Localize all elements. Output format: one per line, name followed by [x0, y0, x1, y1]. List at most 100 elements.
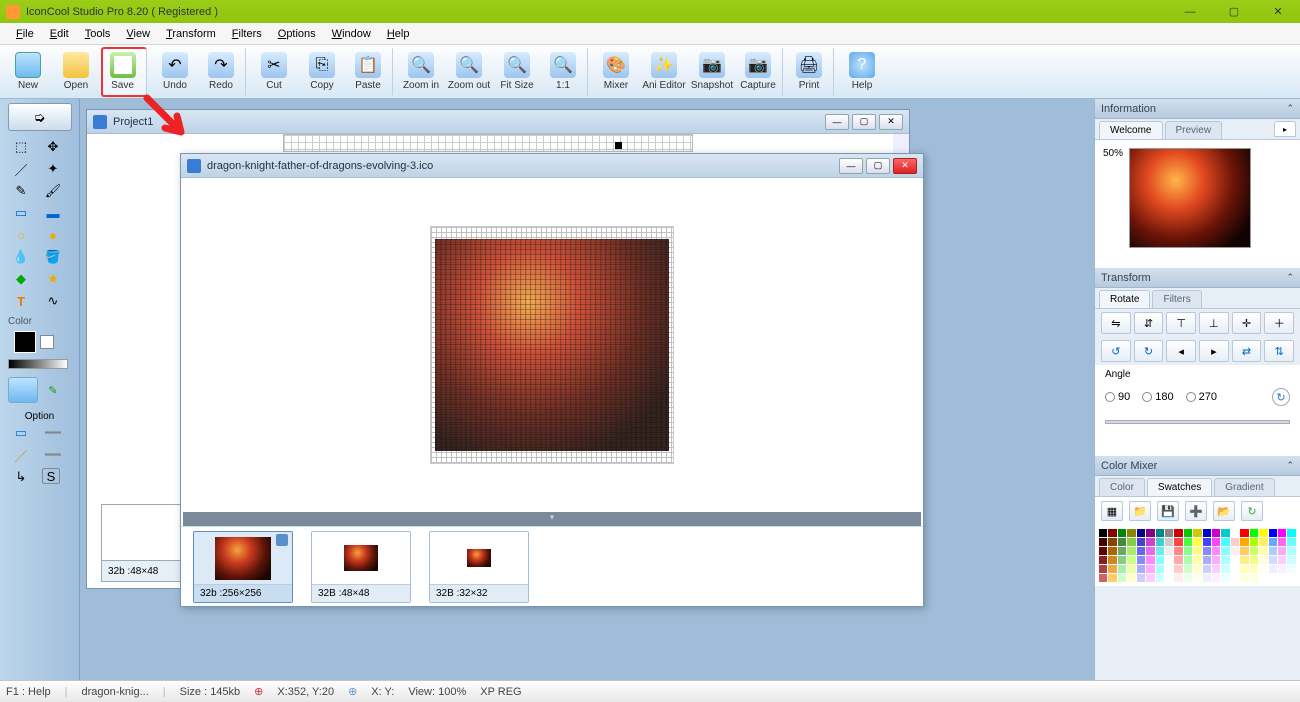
- information-header[interactable]: Information⌃: [1095, 99, 1300, 119]
- swatch-cell[interactable]: [1278, 565, 1286, 573]
- opt-slider2[interactable]: ━━: [42, 446, 64, 464]
- swatch-cell[interactable]: [1212, 565, 1220, 573]
- swatch-cell[interactable]: [1099, 565, 1107, 573]
- swatch-cell[interactable]: [1174, 556, 1182, 564]
- rotate-ccw-button[interactable]: ↺: [1101, 340, 1131, 362]
- line-tool[interactable]: ／: [10, 160, 32, 178]
- swatch-reset-button[interactable]: ↻: [1241, 501, 1263, 521]
- swatch-cell[interactable]: [1240, 565, 1248, 573]
- wand-tool[interactable]: ✦: [42, 160, 64, 178]
- angle-slider[interactable]: [1095, 414, 1300, 432]
- swatch-cell[interactable]: [1269, 538, 1277, 546]
- angle-apply-button[interactable]: ↻: [1272, 388, 1290, 406]
- tab-preview[interactable]: Preview: [1165, 121, 1223, 139]
- swatch-cell[interactable]: [1240, 529, 1248, 537]
- capture-button[interactable]: 📷Capture: [737, 47, 783, 97]
- swatch-cell[interactable]: [1259, 565, 1267, 573]
- opt-corner[interactable]: ↳: [10, 468, 32, 486]
- rotate-cross-button[interactable]: ✛: [1232, 312, 1262, 334]
- swatch-cell[interactable]: [1108, 547, 1116, 555]
- tab-welcome[interactable]: Welcome: [1099, 121, 1163, 139]
- menu-options[interactable]: Options: [270, 26, 324, 42]
- swatch-cell[interactable]: [1250, 565, 1258, 573]
- zoomin-button[interactable]: 🔍Zoom in: [398, 47, 444, 97]
- oneone-button[interactable]: 🔍1:1: [542, 47, 588, 97]
- swatch-cell[interactable]: [1174, 529, 1182, 537]
- swatch-cell[interactable]: [1108, 574, 1116, 582]
- swatch-cell[interactable]: [1269, 547, 1277, 555]
- swatch-cell[interactable]: [1118, 529, 1126, 537]
- swatch-cell[interactable]: [1165, 538, 1173, 546]
- swatch-cell[interactable]: [1118, 547, 1126, 555]
- swatch-cell[interactable]: [1156, 547, 1164, 555]
- swatch-cell[interactable]: [1118, 565, 1126, 573]
- menu-view[interactable]: View: [118, 26, 158, 42]
- shape-tool[interactable]: ◆: [10, 270, 32, 288]
- text-tool[interactable]: T: [10, 292, 32, 310]
- swatch-cell[interactable]: [1203, 538, 1211, 546]
- move-tool[interactable]: ✥: [42, 138, 64, 156]
- swatch-cell[interactable]: [1203, 529, 1211, 537]
- swatch-cell[interactable]: [1287, 538, 1295, 546]
- swatch-cell[interactable]: [1137, 574, 1145, 582]
- nudge-right-button[interactable]: ▸: [1199, 340, 1229, 362]
- select-rect-tool[interactable]: ⬚: [10, 138, 32, 156]
- thumb-323232[interactable]: 32B :32×32: [429, 531, 529, 603]
- swatch-cell[interactable]: [1127, 538, 1135, 546]
- bucket-tool[interactable]: 🪣: [42, 248, 64, 266]
- swatch-cell[interactable]: [1278, 547, 1286, 555]
- tab-color[interactable]: Color: [1099, 478, 1145, 496]
- swatch-cell[interactable]: [1221, 538, 1229, 546]
- collapse-icon[interactable]: ⌃: [1286, 103, 1294, 114]
- swatch-cell[interactable]: [1287, 565, 1295, 573]
- swatch-cell[interactable]: [1156, 529, 1164, 537]
- swatch-cell[interactable]: [1127, 547, 1135, 555]
- swatch-cell[interactable]: [1193, 538, 1201, 546]
- swatch-cell[interactable]: [1099, 529, 1107, 537]
- angle-270[interactable]: 270: [1186, 391, 1217, 403]
- rotate-t-button[interactable]: ⊤: [1166, 312, 1196, 334]
- swatch-cell[interactable]: [1193, 565, 1201, 573]
- swatch-cell[interactable]: [1250, 529, 1258, 537]
- swatch-folder-button[interactable]: 📂: [1213, 501, 1235, 521]
- swatch-cell[interactable]: [1259, 547, 1267, 555]
- swatch-cell[interactable]: [1127, 565, 1135, 573]
- swatch-cell[interactable]: [1269, 574, 1277, 582]
- project1-canvas-grid[interactable]: [283, 134, 693, 152]
- swatch-cell[interactable]: [1269, 556, 1277, 564]
- tab-more-icon[interactable]: ▸: [1274, 121, 1296, 137]
- swatch-cell[interactable]: [1221, 547, 1229, 555]
- tab-filters[interactable]: Filters: [1152, 290, 1201, 308]
- swatch-cell[interactable]: [1203, 574, 1211, 582]
- background-swatch[interactable]: [40, 335, 54, 349]
- swatch-cell[interactable]: [1184, 565, 1192, 573]
- swatch-cell[interactable]: [1099, 556, 1107, 564]
- gradient-bar[interactable]: [8, 359, 68, 369]
- swatch-cell[interactable]: [1174, 574, 1182, 582]
- print-button[interactable]: 🖨Print: [788, 47, 834, 97]
- swatch-cell[interactable]: [1146, 538, 1154, 546]
- menu-edit[interactable]: Edit: [42, 26, 77, 42]
- colormixer-header[interactable]: Color Mixer⌃: [1095, 456, 1300, 476]
- swatch-cell[interactable]: [1108, 529, 1116, 537]
- help-button[interactable]: ?Help: [839, 47, 885, 97]
- tab-rotate[interactable]: Rotate: [1099, 290, 1150, 308]
- swatch-cell[interactable]: [1212, 547, 1220, 555]
- dragon-canvas[interactable]: [181, 178, 923, 512]
- swatch-cell[interactable]: [1146, 574, 1154, 582]
- opt-rect[interactable]: ▭: [10, 424, 32, 442]
- snapshot-button[interactable]: 📷Snapshot: [689, 47, 735, 97]
- swatch-cell[interactable]: [1250, 547, 1258, 555]
- swatch-cell[interactable]: [1212, 529, 1220, 537]
- paste-button[interactable]: 📋Paste: [347, 47, 393, 97]
- swatch-cell[interactable]: [1231, 547, 1239, 555]
- eyedropper-tool[interactable]: 💧: [10, 248, 32, 266]
- swatch-cell[interactable]: [1146, 529, 1154, 537]
- swatch-cell[interactable]: [1250, 556, 1258, 564]
- brush-tool[interactable]: 🖌: [42, 182, 64, 200]
- thumb-324848[interactable]: 32B :48×48: [311, 531, 411, 603]
- swatch-cell[interactable]: [1099, 538, 1107, 546]
- swatch-cell[interactable]: [1184, 538, 1192, 546]
- swatch-cell[interactable]: [1221, 565, 1229, 573]
- swatch-cell[interactable]: [1174, 538, 1182, 546]
